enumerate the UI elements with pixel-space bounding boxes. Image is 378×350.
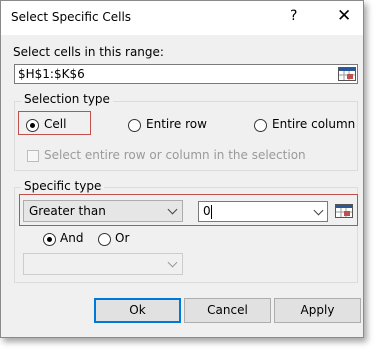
select-specific-cells-dialog: Select Specific Cells ? ✕ Select cells i… xyxy=(0,0,364,338)
and-radio[interactable] xyxy=(43,233,56,246)
apply-button[interactable]: Apply xyxy=(274,298,361,323)
dialog-title: Select Specific Cells xyxy=(11,10,132,24)
or-label[interactable]: Or xyxy=(115,231,129,245)
condition1-select[interactable]: Greater than xyxy=(23,200,183,222)
range-label: Select cells in this range: xyxy=(13,45,164,59)
select-entire-checkbox[interactable] xyxy=(27,150,39,162)
range-picker-icon[interactable] xyxy=(338,67,356,81)
cell-option-label[interactable]: Cell xyxy=(44,117,66,131)
range-input[interactable]: $H$1:$K$6 xyxy=(14,64,358,84)
chevron-down-icon[interactable] xyxy=(313,205,324,216)
close-button[interactable]: ✕ xyxy=(337,6,351,26)
title-bar: Select Specific Cells ? ✕ xyxy=(1,1,363,35)
cell-radio[interactable] xyxy=(26,119,39,132)
or-radio[interactable] xyxy=(98,233,111,246)
chevron-down-icon xyxy=(167,204,178,215)
ok-button[interactable]: Ok xyxy=(94,298,181,323)
entire-row-label[interactable]: Entire row xyxy=(146,117,207,131)
value1-text: 0 xyxy=(203,204,211,218)
entire-column-label[interactable]: Entire column xyxy=(272,117,355,131)
condition2-select[interactable] xyxy=(23,253,183,275)
select-entire-label: Select entire row or column in the selec… xyxy=(44,148,306,162)
text-cursor xyxy=(211,205,212,219)
chevron-down-icon xyxy=(167,257,178,268)
entire-column-radio[interactable] xyxy=(254,119,267,132)
entire-row-radio[interactable] xyxy=(128,119,141,132)
range-value: $H$1:$K$6 xyxy=(18,67,85,81)
value-picker-icon[interactable] xyxy=(335,204,353,218)
value1-input[interactable]: 0 xyxy=(198,201,328,222)
condition1-value: Greater than xyxy=(29,204,106,218)
help-button[interactable]: ? xyxy=(290,8,297,24)
specific-type-legend: Specific type xyxy=(21,179,105,193)
selection-type-legend: Selection type xyxy=(21,92,113,106)
and-label[interactable]: And xyxy=(60,231,83,245)
cancel-button[interactable]: Cancel xyxy=(184,298,271,323)
